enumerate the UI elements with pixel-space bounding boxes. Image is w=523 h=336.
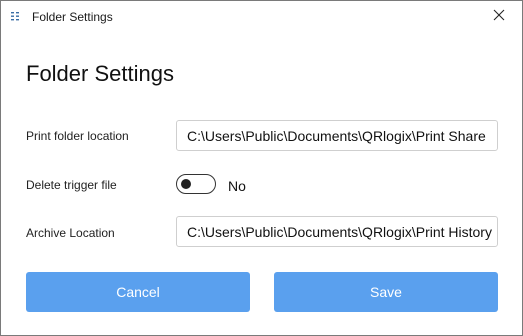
title-bar[interactable]: Folder Settings: [1, 1, 522, 32]
close-button[interactable]: [476, 1, 522, 32]
save-button[interactable]: Save: [274, 272, 498, 312]
window-title: Folder Settings: [32, 10, 113, 24]
app-icon: [11, 11, 20, 22]
folder-settings-window: Folder Settings Folder Settings Print fo…: [0, 0, 523, 336]
close-icon: [493, 8, 505, 26]
archive-location-label: Archive Location: [26, 226, 115, 240]
toggle-knob: [181, 179, 191, 189]
page-title: Folder Settings: [26, 61, 174, 86]
print-folder-input[interactable]: [176, 120, 498, 151]
delete-trigger-state: No: [228, 178, 246, 194]
print-folder-label: Print folder location: [26, 129, 129, 143]
archive-location-input[interactable]: [176, 216, 498, 247]
cancel-button[interactable]: Cancel: [26, 272, 250, 312]
delete-trigger-label: Delete trigger file: [26, 178, 117, 192]
delete-trigger-toggle[interactable]: [176, 174, 216, 194]
